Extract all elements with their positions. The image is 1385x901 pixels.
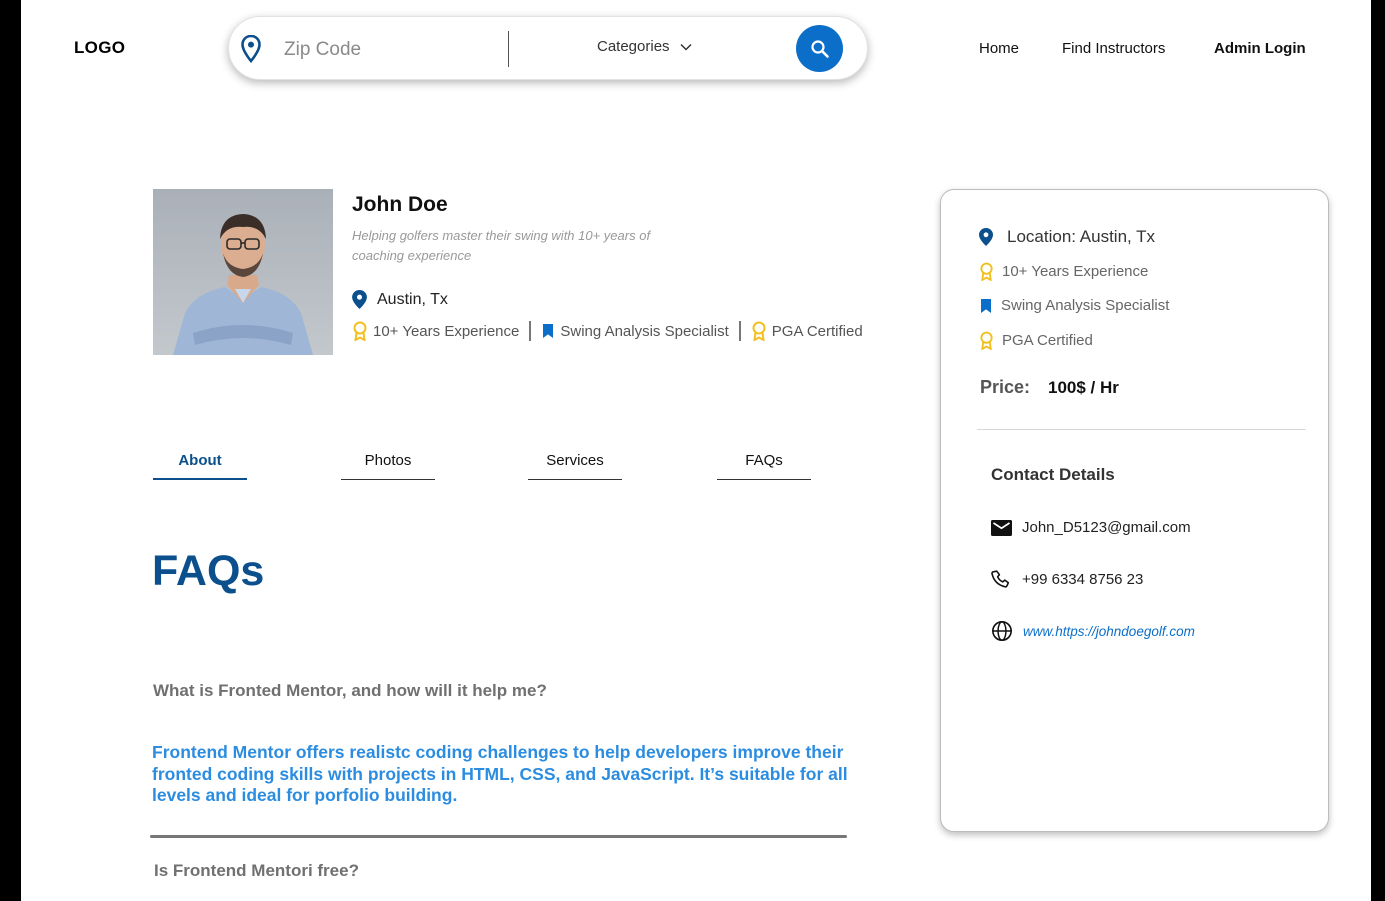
card-location-text: Location: Austin, Tx [1007,227,1156,246]
chevron-down-icon [680,43,692,51]
badge-certification-label: PGA Certified [771,322,863,340]
badge-experience-label: 10+ Years Experience [373,322,520,340]
tab-faqs[interactable]: FAQs [717,452,811,480]
globe-icon [992,621,1012,641]
card-experience: 10+ Years Experience [979,262,1148,281]
categories-dropdown[interactable]: Categories [597,38,692,55]
card-divider [977,429,1306,430]
logo[interactable]: LOGO [74,38,125,58]
card-experience-text: 10+ Years Experience [1002,263,1149,280]
contact-website[interactable]: www.https://johndoegolf.com [991,620,1195,642]
award-icon [980,331,993,350]
faq-question[interactable]: Is Frontend Mentori free? [154,861,359,881]
avatar [153,189,333,355]
badge-divider [529,321,532,341]
nav-find-instructors[interactable]: Find Instructors [1062,40,1165,57]
search-bar: Categories [228,16,868,80]
profile-tagline: Helping golfers master their swing with … [352,228,651,263]
phone-icon [991,570,1010,588]
search-button[interactable] [796,25,843,72]
contact-website-link[interactable]: www.https://johndoegolf.com [1023,624,1195,639]
bookmark-icon [543,324,554,338]
tab-photos[interactable]: Photos [341,452,435,480]
profile-location-text: Austin, Tx [377,290,448,308]
instructor-info-card: Location: Austin, Tx 10+ Years Experienc… [940,189,1329,832]
contact-phone[interactable]: +99 6334 8756 23 [991,569,1143,590]
zip-code-input[interactable] [284,37,494,63]
search-icon [810,39,829,58]
bookmark-icon [981,298,991,313]
profile-name: John Doe [352,193,448,216]
card-certification: PGA Certified [979,331,1093,350]
search-divider [508,31,509,67]
price-value: 100$ / Hr [1048,378,1119,397]
badge-divider [738,321,741,341]
faq-answer-line: Frontend Mentor offers realistc coding c… [152,742,844,762]
location-pin-icon [241,35,261,63]
badge-experience: 10+ Years Experience [352,321,519,341]
profile-badges: 10+ Years Experience Swing Analysis Spec… [352,321,863,341]
contact-email[interactable]: John_D5123@gmail.com [991,519,1191,536]
categories-label: Categories [597,38,670,55]
award-icon [353,321,367,341]
award-icon [980,262,993,281]
card-specialty-text: Swing Analysis Specialist [1001,297,1170,314]
badge-certification: PGA Certified [751,321,863,341]
location-pin-icon [979,228,993,246]
award-icon [752,321,766,341]
faq-heading: FAQs [152,547,265,595]
faq-divider [150,835,847,838]
price-label: Price: [980,377,1031,397]
nav-admin-login[interactable]: Admin Login [1214,40,1306,57]
card-location: Location: Austin, Tx [979,227,1155,247]
faq-question[interactable]: What is Fronted Mentor, and how will it … [153,681,547,701]
faq-answer: Frontend Mentor offers realistc coding c… [152,742,847,808]
profile-location: Austin, Tx [352,290,448,309]
page: LOGO Categories Home Find Instructors Ad… [21,0,1371,901]
badge-specialty: Swing Analysis Specialist [541,322,729,340]
contact-details-heading: Contact Details [991,465,1115,484]
contact-email-text: John_D5123@gmail.com [1022,519,1191,536]
location-pin-icon [352,290,367,309]
badge-specialty-label: Swing Analysis Specialist [560,322,729,340]
mail-icon [991,519,1012,536]
faq-answer-line: levels and ideal for porfolio building. [152,785,458,805]
card-certification-text: PGA Certified [1002,332,1093,349]
nav-home[interactable]: Home [979,40,1019,57]
contact-phone-text: +99 6334 8756 23 [1022,571,1144,588]
tab-services[interactable]: Services [528,452,622,480]
faq-answer-line: fronted coding skills with projects in H… [152,763,847,784]
tab-about[interactable]: About [153,452,247,480]
card-specialty: Swing Analysis Specialist [979,297,1169,314]
